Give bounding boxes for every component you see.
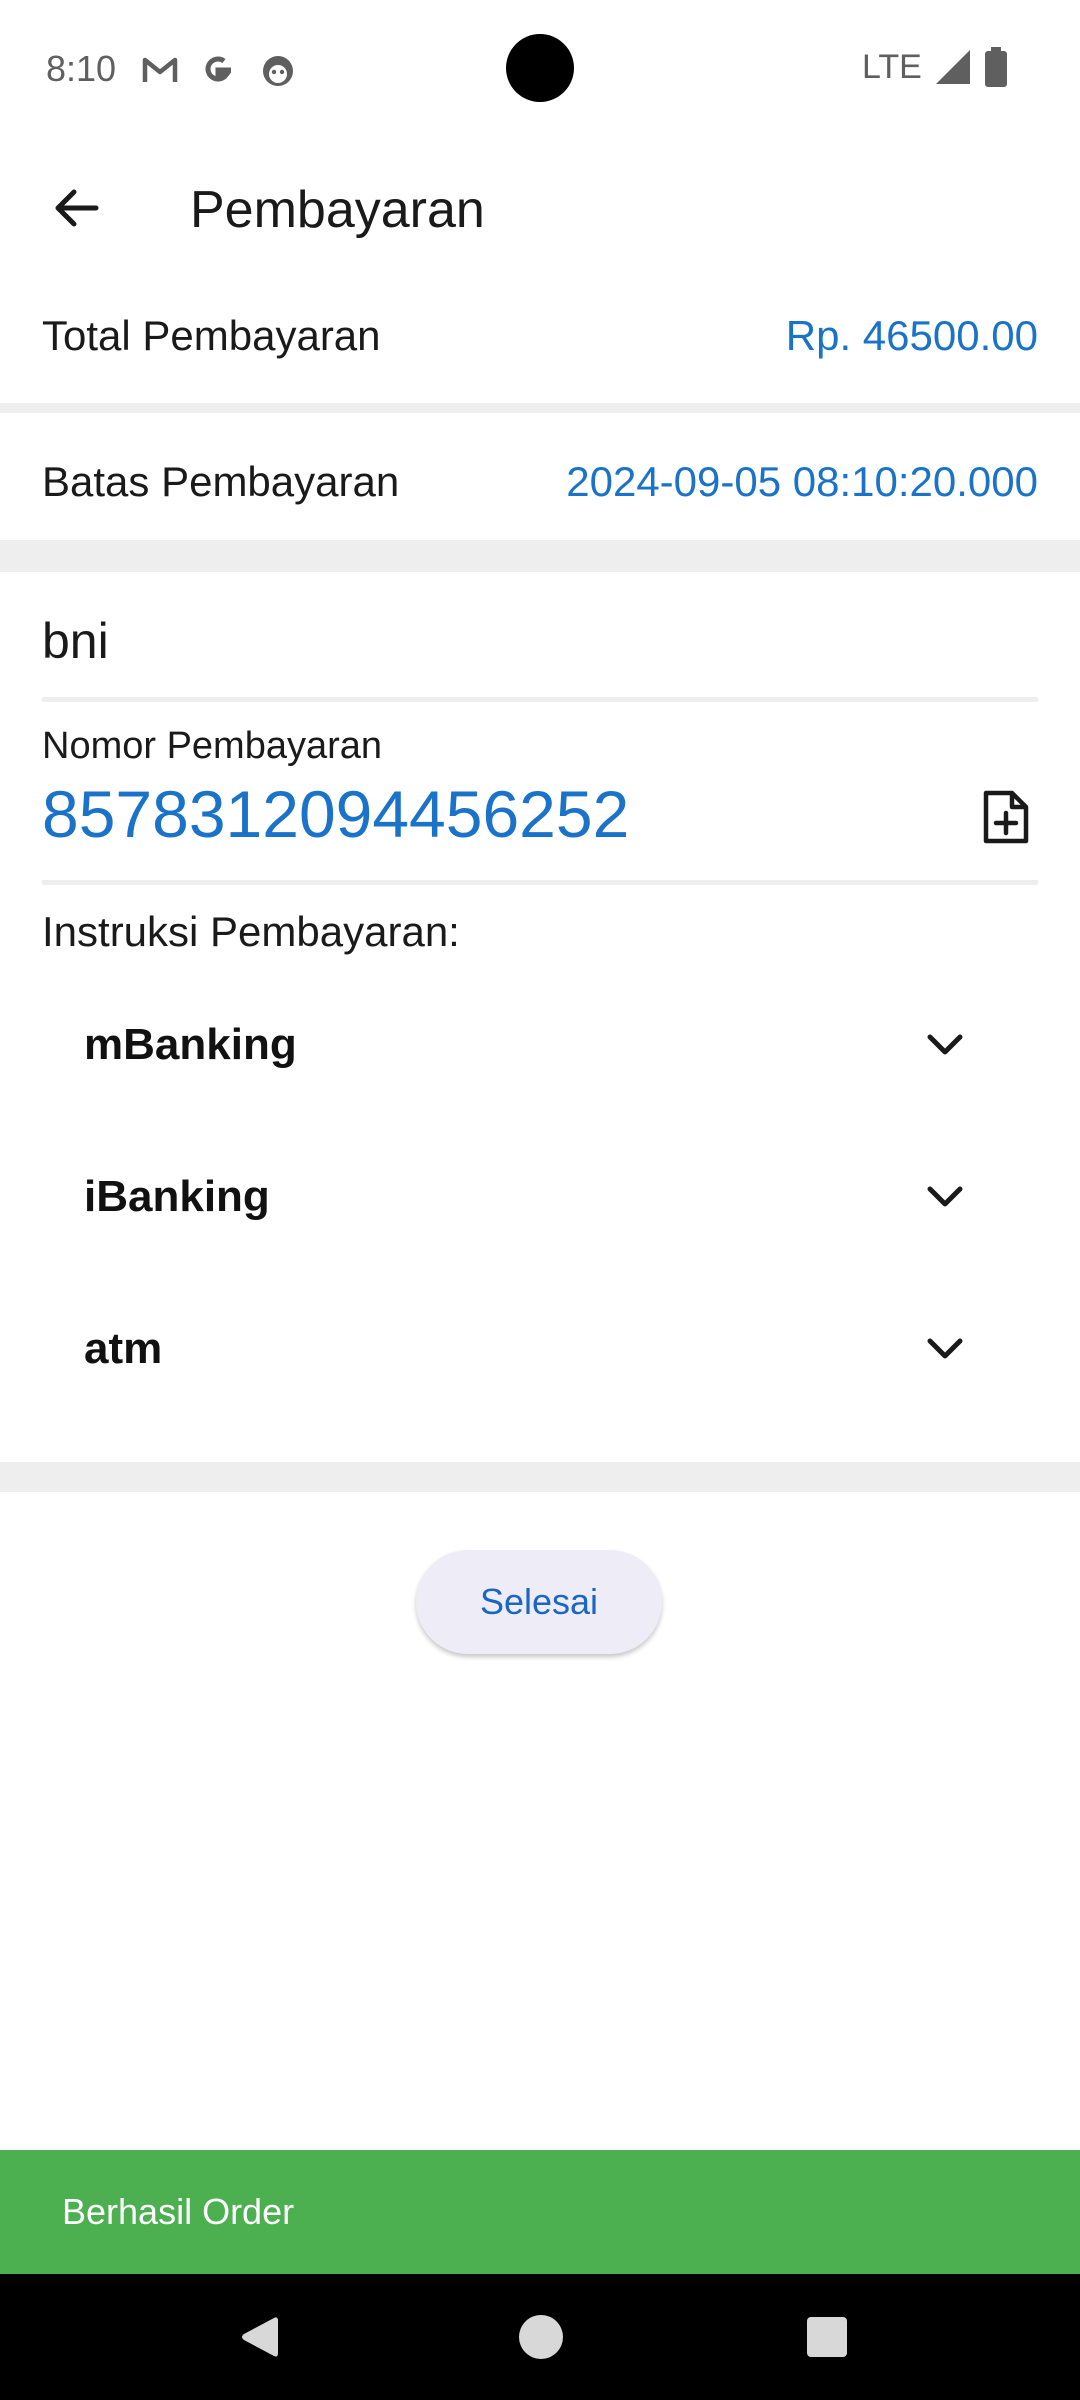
snackbar: Berhasil Order bbox=[0, 2150, 1080, 2274]
system-nav-bar bbox=[0, 2274, 1080, 2400]
file-plus-icon bbox=[982, 789, 1030, 850]
instructions-title: Instruksi Pembayaran: bbox=[42, 908, 460, 955]
chevron-down-icon bbox=[922, 1174, 968, 1220]
camera-cutout bbox=[506, 34, 574, 102]
payment-screen: 8:10 LTE Pembayaran Total Pembayaran Rp. bbox=[0, 0, 1080, 2400]
app-icon bbox=[258, 50, 298, 90]
gmail-icon bbox=[140, 50, 180, 90]
nav-back-icon[interactable] bbox=[234, 2312, 284, 2362]
total-payment-value: Rp. 46500.00 bbox=[785, 312, 1038, 359]
divider bbox=[42, 697, 1038, 702]
payment-number-value[interactable]: 8578312094456252 bbox=[42, 776, 629, 852]
instruction-ibanking[interactable]: iBanking bbox=[42, 1132, 1038, 1262]
battery-icon bbox=[982, 46, 1010, 88]
bank-name: bni bbox=[42, 613, 109, 669]
network-type: LTE bbox=[862, 48, 922, 86]
status-bar: 8:10 LTE bbox=[0, 0, 1080, 136]
snackbar-message: Berhasil Order bbox=[62, 2191, 295, 2232]
chevron-down-icon bbox=[922, 1022, 968, 1068]
section-divider bbox=[0, 403, 1080, 413]
instruction-label: iBanking bbox=[84, 1172, 270, 1221]
section-divider bbox=[0, 540, 1080, 572]
instruction-atm[interactable]: atm bbox=[42, 1284, 1038, 1414]
app-bar: Pembayaran bbox=[0, 150, 1080, 270]
instruction-mbanking[interactable]: mBanking bbox=[42, 980, 1038, 1110]
payment-deadline-label: Batas Pembayaran bbox=[42, 458, 400, 505]
copy-payment-number-button[interactable] bbox=[976, 786, 1036, 852]
chevron-down-icon bbox=[922, 1326, 968, 1372]
nav-home-icon[interactable] bbox=[516, 2312, 566, 2362]
back-button[interactable] bbox=[38, 172, 114, 248]
total-payment-row: Total Pembayaran Rp. 46500.00 bbox=[0, 290, 1080, 382]
arrow-left-icon bbox=[52, 184, 100, 237]
instruction-label: atm bbox=[84, 1324, 163, 1373]
total-payment-label: Total Pembayaran bbox=[42, 312, 381, 359]
section-divider bbox=[0, 1462, 1080, 1492]
signal-icon bbox=[934, 48, 974, 88]
payment-deadline-row: Batas Pembayaran 2024-09-05 08:10:20.000 bbox=[0, 436, 1080, 528]
page-title: Pembayaran bbox=[190, 181, 485, 239]
instruction-label: mBanking bbox=[84, 1020, 297, 1069]
done-button[interactable]: Selesai bbox=[416, 1550, 662, 1654]
payment-deadline-value: 2024-09-05 08:10:20.000 bbox=[566, 458, 1038, 505]
payment-number-label: Nomor Pembayaran bbox=[42, 725, 383, 767]
nav-recents-icon[interactable] bbox=[802, 2312, 852, 2362]
google-icon bbox=[198, 50, 238, 90]
divider bbox=[42, 880, 1038, 885]
status-time: 8:10 bbox=[46, 48, 117, 89]
